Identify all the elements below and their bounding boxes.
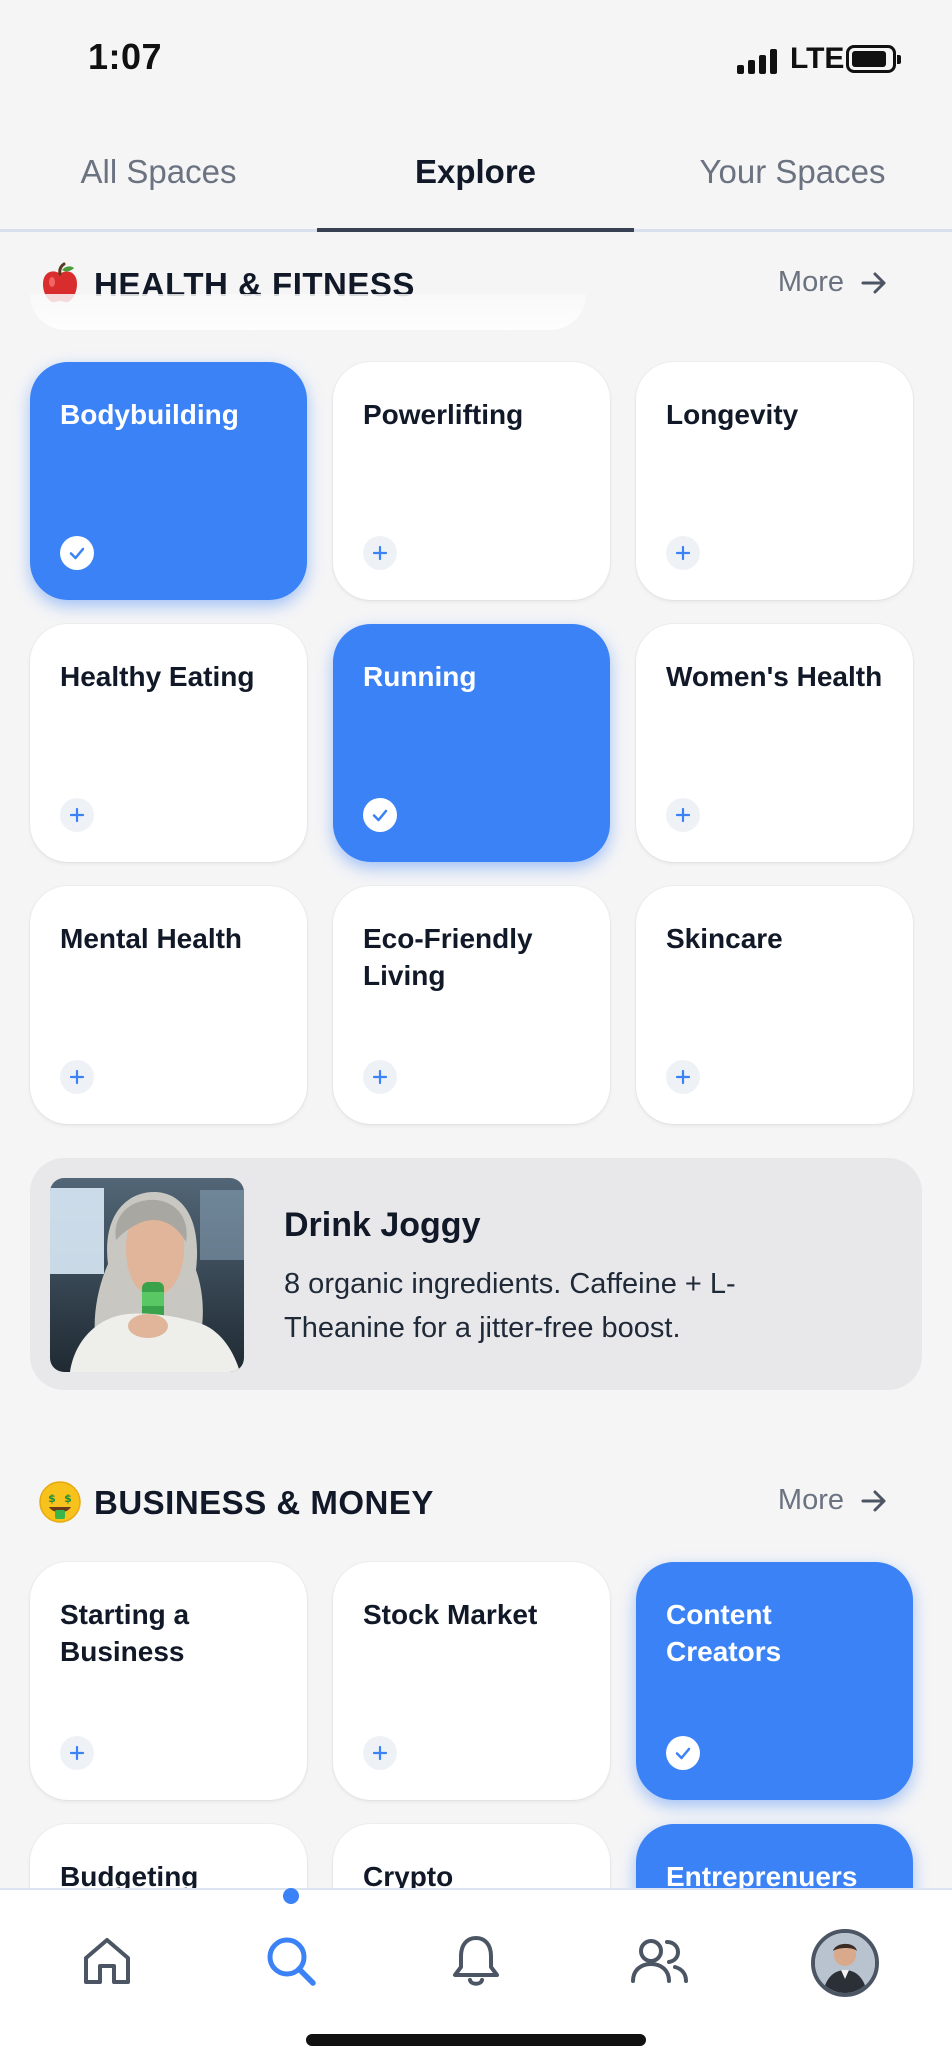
active-tab-dot (283, 1888, 299, 1904)
card-label: Budgeting (60, 1861, 199, 1888)
search-icon (262, 1932, 320, 1995)
tab-your-spaces[interactable]: Your Spaces (634, 120, 951, 229)
nav-notifications[interactable] (421, 1908, 531, 2018)
topic-card-budgeting[interactable]: Budgeting (30, 1824, 307, 1888)
topic-card-powerlifting[interactable]: Powerlifting (333, 362, 610, 600)
svg-text:$: $ (64, 1492, 72, 1505)
topic-card-running[interactable]: Running (333, 624, 610, 862)
plus-icon (666, 798, 700, 832)
nav-profile[interactable] (790, 1908, 900, 2018)
plus-icon (666, 536, 700, 570)
more-label: More (777, 266, 844, 298)
nav-people[interactable] (604, 1908, 714, 2018)
card-label: Crypto (363, 1861, 454, 1888)
arrow-right-icon (860, 1489, 888, 1513)
signal-icon (737, 48, 779, 74)
ad-description: 8 organic ingredients. Caffeine + L-Thea… (284, 1268, 736, 1344)
card-label: Mental Health (60, 923, 243, 954)
check-icon (666, 1736, 700, 1770)
people-icon (628, 1932, 690, 1995)
more-business-link[interactable]: More (778, 1484, 888, 1517)
topic-card-mental-health[interactable]: Mental Health (30, 886, 307, 1124)
space-tabs: All Spaces Explore Your Spaces (0, 120, 952, 232)
card-label: Women's Health (666, 661, 883, 692)
sponsored-card[interactable]: Drink Joggy 8 organic ingredients. Caffe… (30, 1158, 922, 1390)
section-header-business: $ $ BUSINESS & MONEY More (0, 1470, 952, 1530)
topic-card-womens-health[interactable]: Women's Health (636, 624, 913, 862)
card-label: Eco-Friendly Living (363, 923, 533, 991)
nav-search[interactable] (236, 1908, 346, 2018)
topic-card-crypto[interactable]: Crypto (333, 1824, 610, 1888)
tab-explore[interactable]: Explore (317, 120, 634, 232)
card-label: Stock Market (363, 1599, 538, 1630)
nav-home[interactable] (52, 1908, 162, 2018)
money-mouth-face-icon: $ $ (38, 1480, 82, 1524)
arrow-right-icon (860, 271, 888, 295)
topic-card-healthy-eating[interactable]: Healthy Eating (30, 624, 307, 862)
faded-pill (30, 294, 586, 330)
plus-icon (60, 798, 94, 832)
plus-icon (666, 1060, 700, 1094)
card-label: Skincare (666, 923, 783, 954)
topic-card-skincare[interactable]: Skincare (636, 886, 913, 1124)
topic-card-stock-market[interactable]: Stock Market (333, 1562, 610, 1800)
topic-card-entreprenuers[interactable]: Entreprenuers (636, 1824, 913, 1888)
card-label: Healthy Eating (60, 661, 255, 692)
bottom-nav (0, 1888, 952, 2060)
plus-icon (363, 1060, 397, 1094)
avatar (811, 1929, 879, 1997)
plus-icon (60, 1736, 94, 1770)
explore-content[interactable]: HEALTH & FITNESS More Bodybuilding Power… (0, 232, 952, 1888)
card-label: Running (363, 661, 477, 692)
battery-icon (846, 45, 901, 73)
check-icon (363, 798, 397, 832)
status-time: 1:07 (88, 36, 163, 77)
plus-icon (363, 1736, 397, 1770)
card-label: Longevity (666, 399, 799, 430)
home-indicator (306, 2034, 646, 2046)
app-screen: 1:07 LTE All Spaces Explore Your Spaces (0, 0, 952, 2060)
bell-icon (447, 1932, 505, 1995)
card-label: Content Creators (666, 1599, 782, 1667)
tab-all-spaces[interactable]: All Spaces (0, 120, 317, 229)
card-label: Powerlifting (363, 399, 524, 430)
plus-icon (363, 536, 397, 570)
more-health-link[interactable]: More (778, 266, 888, 299)
topic-card-eco-friendly-living[interactable]: Eco-Friendly Living (333, 886, 610, 1124)
topic-card-bodybuilding[interactable]: Bodybuilding (30, 362, 307, 600)
section-title-business: BUSINESS & MONEY (94, 1484, 434, 1521)
topic-card-starting-a-business[interactable]: Starting a Business (30, 1562, 307, 1800)
status-bar: 1:07 LTE (0, 0, 952, 120)
check-icon (60, 536, 94, 570)
card-label: Entreprenuers (666, 1861, 858, 1888)
topic-card-content-creators[interactable]: Content Creators (636, 1562, 913, 1800)
ad-image (50, 1178, 244, 1372)
card-label: Bodybuilding (60, 399, 239, 430)
home-icon (78, 1932, 136, 1995)
svg-text:$: $ (48, 1492, 56, 1505)
ad-title: Drink Joggy (284, 1206, 481, 1244)
more-label: More (777, 1484, 844, 1516)
card-label: Starting a Business (60, 1599, 190, 1667)
plus-icon (60, 1060, 94, 1094)
network-type: LTE (790, 42, 845, 75)
topic-card-longevity[interactable]: Longevity (636, 362, 913, 600)
